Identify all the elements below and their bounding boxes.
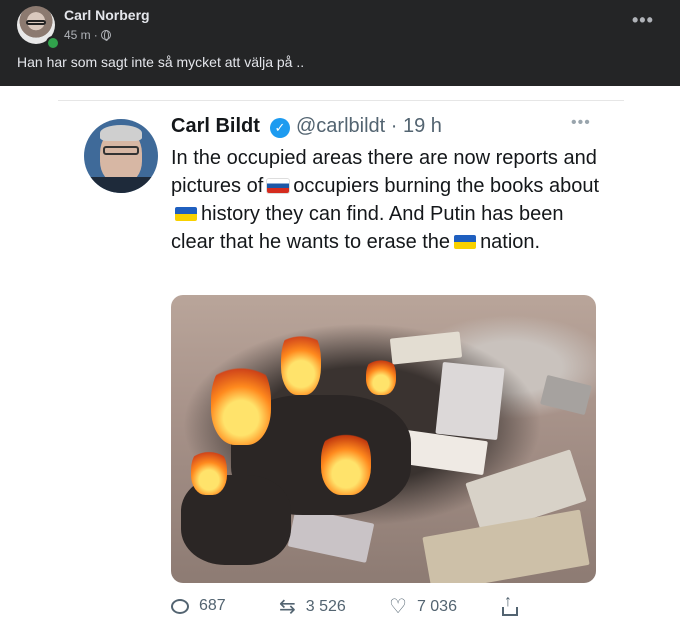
ukraine-flag-icon	[454, 235, 477, 249]
avatar-glasses	[103, 146, 139, 155]
verified-badge-icon: ✓	[270, 118, 290, 138]
post-meta: 45 m ·	[64, 28, 111, 42]
retweet-button[interactable]: ⇆ 3 526	[279, 597, 346, 617]
ukraine-flag-icon	[175, 207, 197, 221]
tweet-author-avatar	[84, 119, 158, 193]
book	[287, 507, 375, 563]
heart-icon: ♡	[389, 596, 407, 618]
avatar-suit	[84, 177, 158, 193]
author-name[interactable]: Carl Norberg	[64, 7, 150, 23]
tweet-text-part-2: occupiers burning the books about	[293, 175, 600, 197]
flame	[211, 355, 271, 445]
tweet-more-icon: •••	[571, 114, 591, 131]
post-time[interactable]: 45 m	[64, 28, 91, 42]
flame	[281, 325, 321, 395]
tweet-text: In the occupied areas there are now repo…	[171, 144, 611, 256]
tweet-actions: 687 ⇆ 3 526 ♡ 7 036	[171, 593, 531, 623]
tweet-author-name: Carl Bildt	[171, 115, 260, 137]
like-button[interactable]: ♡ 7 036	[389, 597, 457, 617]
avatar-glasses	[26, 20, 46, 25]
facebook-post-header: Carl Norberg 45 m · ••• Han har som sagt…	[0, 0, 680, 86]
tweet-handle: @carlbildt	[296, 115, 386, 137]
divider	[58, 100, 624, 101]
reply-icon	[171, 598, 189, 614]
tweet-text-part-4: nation.	[480, 231, 541, 253]
retweet-icon: ⇆	[279, 596, 296, 618]
retweet-count: 3 526	[305, 598, 346, 615]
share-button[interactable]	[501, 593, 519, 617]
flame	[321, 425, 371, 495]
avatar-hair	[100, 125, 142, 141]
globe-icon	[100, 30, 111, 41]
book	[389, 331, 463, 365]
tweet-screenshot[interactable]: Carl Bildt ✓ @carlbildt · 19 h ••• In th…	[0, 86, 680, 626]
tweet-time: · 19 h	[390, 115, 442, 137]
burning-books-photo	[171, 295, 596, 583]
post-options-button[interactable]: •••	[632, 10, 654, 31]
meta-separator: ·	[93, 28, 98, 42]
reply-count: 687	[199, 597, 226, 614]
flame	[366, 355, 396, 395]
like-count: 7 036	[416, 598, 457, 615]
online-status-dot	[46, 36, 60, 50]
reply-button[interactable]: 687	[171, 597, 226, 615]
post-text: Han har som sagt inte så mycket att välj…	[17, 54, 305, 70]
russia-flag-icon	[267, 179, 290, 193]
book	[540, 374, 592, 416]
flame	[191, 445, 227, 495]
book	[435, 361, 505, 441]
tweet-handle-time: @carlbildt · 19 h	[296, 115, 442, 138]
share-icon	[501, 593, 519, 617]
